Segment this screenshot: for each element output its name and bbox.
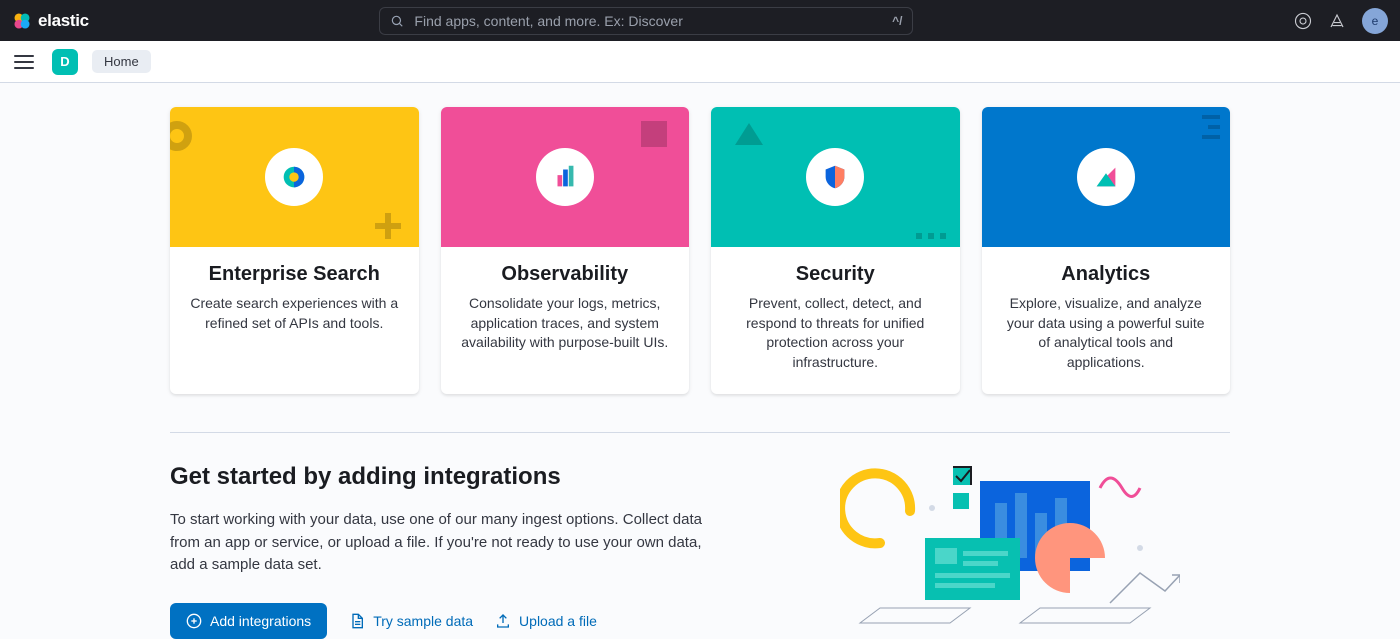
get-started-section: Get started by adding integrations To st…	[170, 463, 1230, 639]
card-hero	[711, 107, 960, 247]
nav-toggle-icon[interactable]	[14, 52, 34, 72]
security-icon	[820, 162, 850, 192]
search-icon	[390, 14, 404, 28]
plus-circle-icon	[186, 613, 202, 629]
solution-cards: Enterprise Search Create search experien…	[170, 107, 1230, 394]
card-title: Observability	[459, 263, 672, 286]
top-header: elastic Find apps, content, and more. Ex…	[0, 0, 1400, 41]
news-icon[interactable]	[1328, 12, 1346, 30]
breadcrumb-home[interactable]: Home	[92, 50, 151, 73]
search-shortcut: ^/	[892, 14, 902, 28]
card-desc: Consolidate your logs, metrics, applicat…	[459, 294, 672, 353]
divider	[170, 432, 1230, 433]
get-started-desc: To start working with your data, use one…	[170, 509, 730, 577]
card-observability[interactable]: Observability Consolidate your logs, met…	[441, 107, 690, 394]
card-title: Security	[729, 263, 942, 286]
search-placeholder: Find apps, content, and more. Ex: Discov…	[414, 13, 892, 29]
card-desc: Explore, visualize, and analyze your dat…	[1000, 294, 1213, 372]
try-sample-data-button[interactable]: Try sample data	[349, 613, 473, 629]
upload-file-button[interactable]: Upload a file	[495, 613, 597, 629]
help-icon[interactable]	[1294, 12, 1312, 30]
get-started-title: Get started by adding integrations	[170, 463, 730, 491]
brand-logo[interactable]: elastic	[12, 11, 89, 31]
card-desc: Prevent, collect, detect, and respond to…	[729, 294, 942, 372]
card-title: Analytics	[1000, 263, 1213, 286]
document-icon	[349, 613, 365, 629]
enterprise-search-icon	[279, 162, 309, 192]
user-avatar[interactable]: e	[1362, 8, 1388, 34]
card-hero	[441, 107, 690, 247]
global-search[interactable]: Find apps, content, and more. Ex: Discov…	[379, 7, 913, 35]
space-selector[interactable]: D	[52, 49, 78, 75]
observability-icon	[550, 162, 580, 192]
main-content: Enterprise Search Create search experien…	[0, 83, 1400, 639]
card-title: Enterprise Search	[188, 263, 401, 286]
brand-text: elastic	[38, 11, 89, 31]
card-enterprise-search[interactable]: Enterprise Search Create search experien…	[170, 107, 419, 394]
card-hero	[170, 107, 419, 247]
card-analytics[interactable]: Analytics Explore, visualize, and analyz…	[982, 107, 1231, 394]
elastic-logo-icon	[12, 11, 32, 31]
get-started-illustration	[790, 463, 1230, 639]
card-hero	[982, 107, 1231, 247]
card-security[interactable]: Security Prevent, collect, detect, and r…	[711, 107, 960, 394]
analytics-icon	[1091, 162, 1121, 192]
add-integrations-button[interactable]: Add integrations	[170, 603, 327, 639]
card-desc: Create search experiences with a refined…	[188, 294, 401, 333]
upload-icon	[495, 613, 511, 629]
sub-nav: D Home	[0, 41, 1400, 83]
